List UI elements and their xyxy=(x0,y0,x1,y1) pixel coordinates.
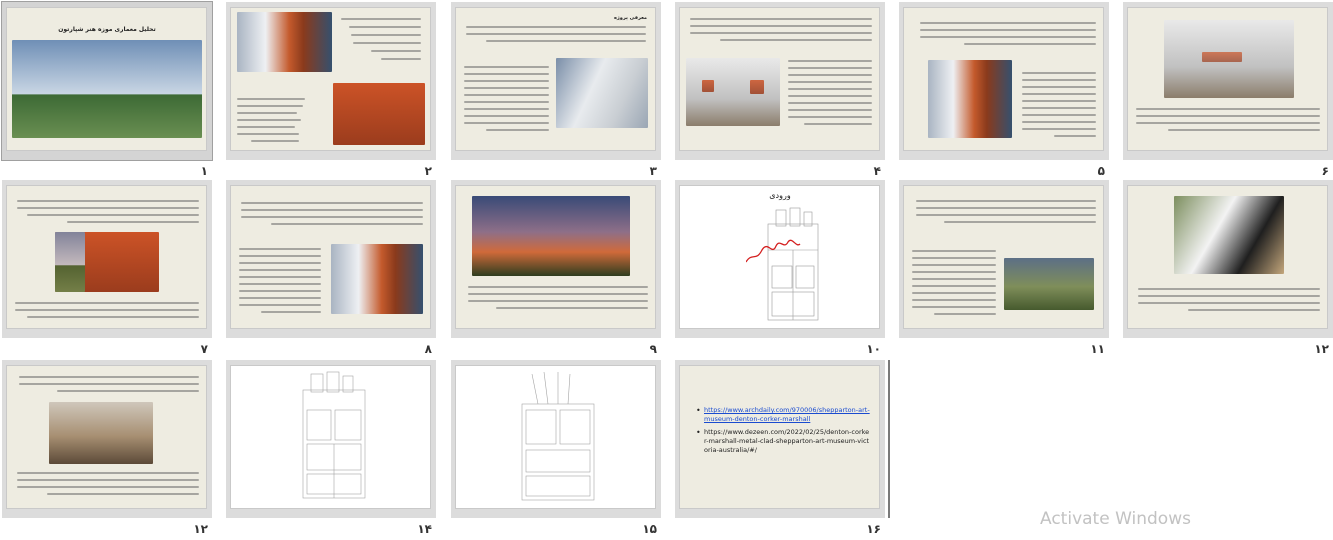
slide-5-photo xyxy=(928,60,1012,138)
slide-13[interactable] xyxy=(7,366,206,508)
slide-number-5: ۵ xyxy=(1097,164,1105,178)
slide-thumbnail-12[interactable]: ۱۲ xyxy=(1123,180,1333,356)
slide-10-title: ورودی xyxy=(769,191,791,200)
slide-11-photo xyxy=(1004,258,1094,310)
slide-12[interactable] xyxy=(1128,186,1327,328)
slide-thumbnail-10[interactable]: ورودی ۱۰ xyxy=(675,180,885,356)
slide-13-photo xyxy=(49,402,153,464)
slide-number-16: ۱۶ xyxy=(866,522,881,536)
slide-thumbnail-13[interactable]: ۱۲ xyxy=(2,360,212,536)
slide-number-14: ۱۴ xyxy=(417,522,432,536)
slide-10-floor-plan xyxy=(746,206,834,326)
slide-thumbnail-2[interactable]: ۲ xyxy=(226,2,436,178)
slide-sorter-grid: تحلیل معماری موزه هنر شپارتون ۱ ۲ معرفی xyxy=(0,0,1333,540)
slide-number-8: ۸ xyxy=(424,342,432,356)
slide-2[interactable] xyxy=(231,8,430,150)
slide-12-photo xyxy=(1174,196,1284,274)
slide-4[interactable] xyxy=(680,8,879,150)
slide-10[interactable]: ورودی xyxy=(680,186,879,328)
slide-number-12: ۱۲ xyxy=(1314,342,1329,356)
slide-number-4: ۴ xyxy=(873,164,881,178)
slide-thumbnail-4[interactable]: ۴ xyxy=(675,2,885,178)
slide-number-6: ۶ xyxy=(1321,164,1329,178)
slide-thumbnail-8[interactable]: ۸ xyxy=(226,180,436,356)
slide-number-11: ۱۱ xyxy=(1090,342,1105,356)
slide-number-1: ۱ xyxy=(200,164,208,178)
slide-9-photo xyxy=(472,196,630,276)
slide-thumbnail-15[interactable]: ۱۵ xyxy=(451,360,661,536)
slide-1[interactable]: تحلیل معماری موزه هنر شپارتون xyxy=(7,8,206,150)
slide-3[interactable]: معرفی پروژه xyxy=(456,8,655,150)
slide-6[interactable] xyxy=(1128,8,1327,150)
slide-8[interactable] xyxy=(231,186,430,328)
slide-thumbnail-9[interactable]: ۹ xyxy=(451,180,661,356)
slide-number-15: ۱۵ xyxy=(642,522,657,536)
slide-thumbnail-6[interactable]: ۶ xyxy=(1123,2,1333,178)
slide-thumbnail-14[interactable]: ۱۴ xyxy=(226,360,436,536)
slide-11[interactable] xyxy=(904,186,1103,328)
slide-15-floor-plan xyxy=(508,370,608,504)
slide-16[interactable]: • https://www.archdaily.com/970006/shepp… xyxy=(680,366,879,508)
slide-number-7: ۷ xyxy=(200,342,208,356)
slide-thumbnail-7[interactable]: ۷ xyxy=(2,180,212,356)
slide-number-13: ۱۲ xyxy=(193,522,208,536)
slide-2-photo-top xyxy=(237,12,332,72)
slide-7[interactable] xyxy=(7,186,206,328)
slide-1-title: تحلیل معماری موزه هنر شپارتون xyxy=(58,26,156,33)
slide-15[interactable] xyxy=(456,366,655,508)
slide-9[interactable] xyxy=(456,186,655,328)
slide-thumbnail-16[interactable]: • https://www.archdaily.com/970006/shepp… xyxy=(675,360,885,536)
activate-windows-watermark: Activate Windows xyxy=(1040,509,1191,529)
slide-4-photo xyxy=(686,58,780,126)
slide-thumbnail-5[interactable]: ۵ xyxy=(899,2,1109,178)
slide-14[interactable] xyxy=(231,366,430,508)
slide-thumbnail-11[interactable]: ۱۱ xyxy=(899,180,1109,356)
slide-16-link-dezeen[interactable]: https://www.dezeen.com/2022/02/25/denton… xyxy=(704,428,870,455)
slide-number-3: ۳ xyxy=(649,164,657,178)
slide-16-link-archdaily[interactable]: https://www.archdaily.com/970006/sheppar… xyxy=(704,406,870,424)
slide-1-photo xyxy=(12,40,202,138)
slide-3-heading: معرفی پروژه xyxy=(613,15,647,21)
slide-thumbnail-1[interactable]: تحلیل معماری موزه هنر شپارتون ۱ xyxy=(1,1,213,178)
slide-3-photo xyxy=(556,58,648,128)
slide-14-floor-plan xyxy=(287,370,379,504)
slide-8-photo xyxy=(331,244,423,314)
slide-thumbnail-3[interactable]: معرفی پروژه ۳ xyxy=(451,2,661,178)
slide-number-9: ۹ xyxy=(649,342,657,356)
slide-2-photo-bottom xyxy=(333,83,425,145)
slide-number-2: ۲ xyxy=(424,164,432,178)
slide-5[interactable] xyxy=(904,8,1103,150)
slide-number-10: ۱۰ xyxy=(866,342,881,356)
insertion-cursor xyxy=(888,360,890,518)
